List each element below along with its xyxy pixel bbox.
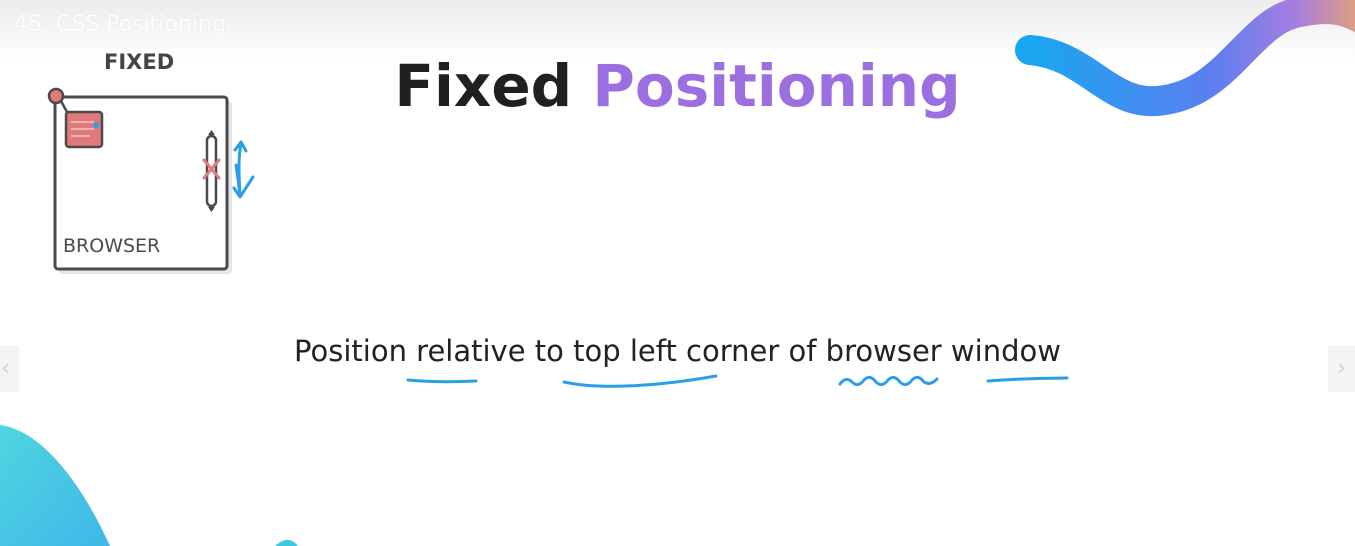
chevron-right-icon: › bbox=[1337, 356, 1346, 381]
underline-relative bbox=[406, 378, 478, 384]
underline-browser bbox=[838, 375, 939, 387]
previous-slide-button[interactable]: ‹ bbox=[0, 346, 19, 392]
underline-top-left bbox=[562, 374, 718, 388]
subtitle-underlines bbox=[406, 374, 1069, 388]
chevron-left-icon: ‹ bbox=[1, 356, 10, 381]
underline-window bbox=[986, 376, 1069, 383]
next-slide-button[interactable]: › bbox=[1328, 346, 1355, 392]
